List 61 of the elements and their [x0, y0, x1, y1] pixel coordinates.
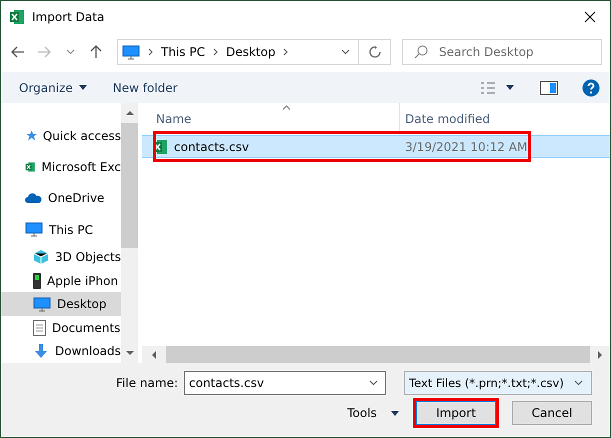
sidebar-item[interactable]: Quick access: [1, 120, 121, 152]
breadcrumb[interactable]: Desktop: [226, 45, 276, 59]
caret-icon: [390, 410, 399, 416]
phone-icon: [33, 272, 41, 289]
caret-icon: [574, 380, 583, 386]
scroll-up-icon[interactable]: [126, 109, 134, 117]
file-type-dropdown[interactable]: Text Files (*.prn;*.txt;*.csv): [404, 371, 592, 395]
scrollbar[interactable]: [121, 103, 138, 363]
computer-icon: [25, 222, 43, 238]
window-title: Import Data: [32, 10, 106, 24]
chevron-icon: [212, 48, 218, 56]
search-icon: [414, 45, 428, 59]
down-arrow-icon: [33, 343, 49, 360]
up-arrow-icon[interactable]: [90, 45, 102, 59]
sidebar-item[interactable]: Documents: [1, 316, 121, 340]
monitor-icon: [33, 296, 51, 312]
sidebar-item[interactable]: Desktop: [1, 292, 121, 316]
view-options-icon[interactable]: [480, 82, 496, 94]
cloud-icon: [25, 192, 42, 204]
refresh-icon[interactable]: [368, 46, 380, 58]
breadcrumb[interactable]: This PC: [161, 45, 205, 59]
monitor-icon: [122, 44, 140, 60]
excel-icon: [9, 8, 25, 24]
organize-button[interactable]: Organize: [19, 80, 87, 94]
sidebar-item[interactable]: 3D Objects: [1, 245, 121, 269]
file-name-field[interactable]: contacts.csv: [184, 371, 386, 395]
column-header[interactable]: Date modified: [400, 103, 520, 135]
address-bar[interactable]: This PC Desktop: [117, 39, 391, 65]
sidebar-item[interactable]: This PC: [1, 214, 121, 246]
scroll-right-icon[interactable]: [596, 350, 604, 358]
sidebar-item[interactable]: Microsoft Exc: [1, 151, 121, 183]
file-name: contacts.csv: [174, 140, 249, 154]
sidebar-item[interactable]: Downloads: [1, 340, 121, 364]
import-button[interactable]: Import: [416, 401, 496, 425]
sidebar-item[interactable]: Apple iPhon: [1, 268, 121, 292]
close-icon[interactable]: [584, 10, 596, 22]
file-row[interactable]: contacts.csv 3/19/2021 10:12 AM: [142, 135, 610, 158]
new-folder-button[interactable]: New folder: [112, 80, 178, 94]
scrollbar[interactable]: [142, 346, 610, 363]
sidebar-item[interactable]: OneDrive: [1, 182, 121, 214]
scroll-left-icon[interactable]: [150, 350, 158, 358]
search-field[interactable]: Search Desktop: [402, 39, 602, 65]
back-arrow-icon[interactable]: [11, 46, 25, 58]
scroll-down-icon[interactable]: [126, 349, 134, 357]
caret-icon: [506, 85, 514, 90]
caret-icon: [369, 380, 378, 386]
preview-pane-icon[interactable]: [540, 80, 558, 94]
file-name-label: File name:: [116, 376, 178, 390]
caret-icon: [66, 49, 74, 55]
caret-icon: [341, 49, 350, 55]
cancel-button[interactable]: Cancel: [512, 401, 592, 425]
date-modified: 3/19/2021 10:12 AM: [404, 140, 528, 154]
chevron-icon: [283, 48, 288, 56]
star-icon: [25, 128, 37, 144]
tools-button[interactable]: Tools: [346, 401, 400, 425]
sort-caret-icon: [282, 105, 291, 110]
help-icon[interactable]: [582, 78, 600, 96]
chevron-icon: [148, 48, 153, 56]
document-icon: [33, 320, 46, 336]
cube-icon: [33, 249, 49, 266]
caret-icon: [78, 85, 87, 90]
